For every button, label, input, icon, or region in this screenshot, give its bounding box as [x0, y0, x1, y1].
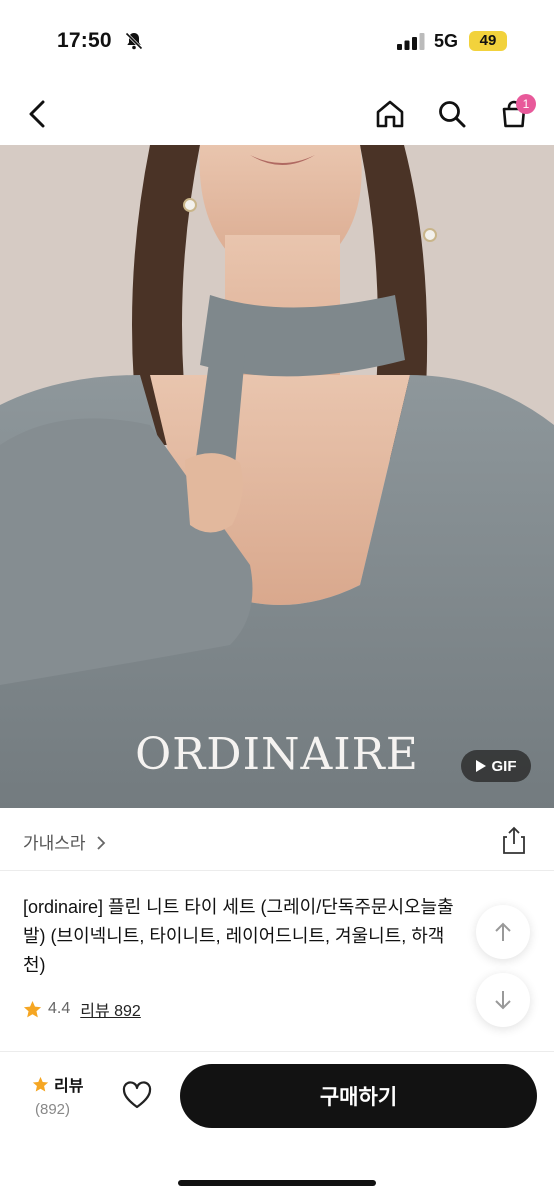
home-icon: [376, 100, 404, 128]
search-button[interactable]: [432, 94, 472, 134]
battery-indicator: 49: [469, 31, 507, 51]
signal-icon: [397, 33, 425, 50]
review-count: (892): [35, 1101, 71, 1118]
top-nav: [0, 84, 554, 144]
share-icon: [503, 826, 525, 854]
heart-icon: [122, 1081, 152, 1109]
back-button[interactable]: [18, 94, 58, 134]
review-link[interactable]: 리뷰 892: [80, 997, 141, 1021]
bell-muted-icon: [125, 32, 143, 50]
rating-value: 4.4: [48, 1000, 71, 1017]
product-title-line: [ordinaire] 플린 니트 타이 세트 (그레이/단독주문시오늘출: [23, 897, 454, 917]
star-icon: [32, 1076, 49, 1092]
wishlist-button[interactable]: [121, 1080, 153, 1115]
gif-badge[interactable]: GIF: [461, 750, 531, 782]
scroll-up-button[interactable]: [476, 905, 530, 959]
buy-button[interactable]: 구매하기: [180, 1064, 537, 1128]
network-label: 5G: [434, 31, 459, 51]
cart-count-badge: 1: [516, 94, 536, 114]
play-icon: [475, 760, 486, 772]
gif-label: GIF: [491, 757, 517, 775]
share-button[interactable]: [498, 824, 530, 856]
status-time: 17:50: [57, 29, 112, 52]
product-photo-illustration: [0, 145, 554, 808]
bottom-action-bar: 리뷰 (892) 구매하기: [0, 1051, 554, 1201]
store-row: 가내스라: [0, 808, 554, 871]
review-label: 리뷰: [54, 1078, 84, 1095]
product-title-line: 천): [23, 955, 46, 975]
arrow-up-icon: [495, 922, 511, 941]
search-icon: [439, 101, 466, 128]
status-bar: 17:50 5G 49: [0, 0, 554, 80]
product-image[interactable]: ORDINAIRE: [0, 145, 554, 808]
rating-row: 4.4 리뷰 892: [23, 997, 141, 1021]
product-title-line: 발) (브이넥니트, 타이니트, 레이어드니트, 겨울니트, 하객: [23, 926, 445, 946]
arrow-down-icon: [495, 991, 511, 1010]
product-title: [ordinaire] 플린 니트 타이 세트 (그레이/단독주문시오늘출 발)…: [23, 893, 523, 980]
store-name: 가내스라: [23, 834, 86, 853]
home-indicator: [178, 1180, 376, 1186]
chevron-left-icon: [29, 100, 45, 128]
chevron-right-icon: [97, 836, 106, 850]
scroll-down-button[interactable]: [476, 973, 530, 1027]
store-link[interactable]: 가내스라: [23, 829, 106, 854]
review-summary[interactable]: 리뷰: [32, 1072, 83, 1096]
home-button[interactable]: [370, 94, 410, 134]
star-icon: [23, 1000, 42, 1017]
